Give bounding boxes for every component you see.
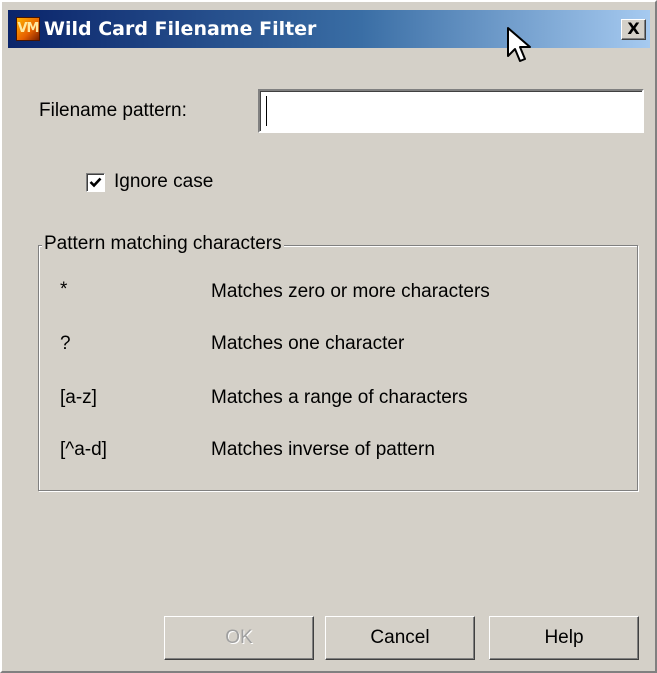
close-icon: X — [627, 19, 640, 38]
pattern-row-description: Matches zero or more characters — [211, 281, 490, 302]
ignore-case-label[interactable]: Ignore case — [114, 171, 213, 193]
pattern-row-description: Matches inverse of pattern — [211, 439, 435, 460]
pattern-row-key: * — [60, 279, 68, 300]
ok-button[interactable]: OK — [164, 616, 314, 660]
dialog-window: VM Wild Card Filename Filter X Filename … — [0, 0, 657, 673]
help-button[interactable]: Help — [489, 616, 639, 660]
filename-pattern-label: Filename pattern: — [39, 100, 187, 121]
pattern-row-key: [^a-d] — [60, 439, 107, 460]
pattern-row-description: Matches one character — [211, 333, 405, 354]
window-title: Wild Card Filename Filter — [44, 18, 317, 40]
ignore-case-checkbox[interactable] — [86, 173, 105, 192]
pattern-row-description: Matches a range of characters — [211, 387, 468, 408]
checkmark-icon — [89, 177, 102, 188]
mouse-pointer-icon — [507, 27, 531, 62]
pattern-row-key: ? — [60, 333, 71, 354]
title-bar[interactable]: VM Wild Card Filename Filter X — [8, 10, 650, 48]
group-title: Pattern matching characters — [42, 233, 284, 255]
cancel-button[interactable]: Cancel — [325, 616, 475, 660]
close-button[interactable]: X — [621, 19, 646, 40]
text-caret — [266, 96, 267, 126]
filename-pattern-input[interactable] — [258, 89, 644, 133]
pattern-row-key: [a-z] — [60, 387, 97, 408]
app-icon: VM — [16, 17, 40, 41]
